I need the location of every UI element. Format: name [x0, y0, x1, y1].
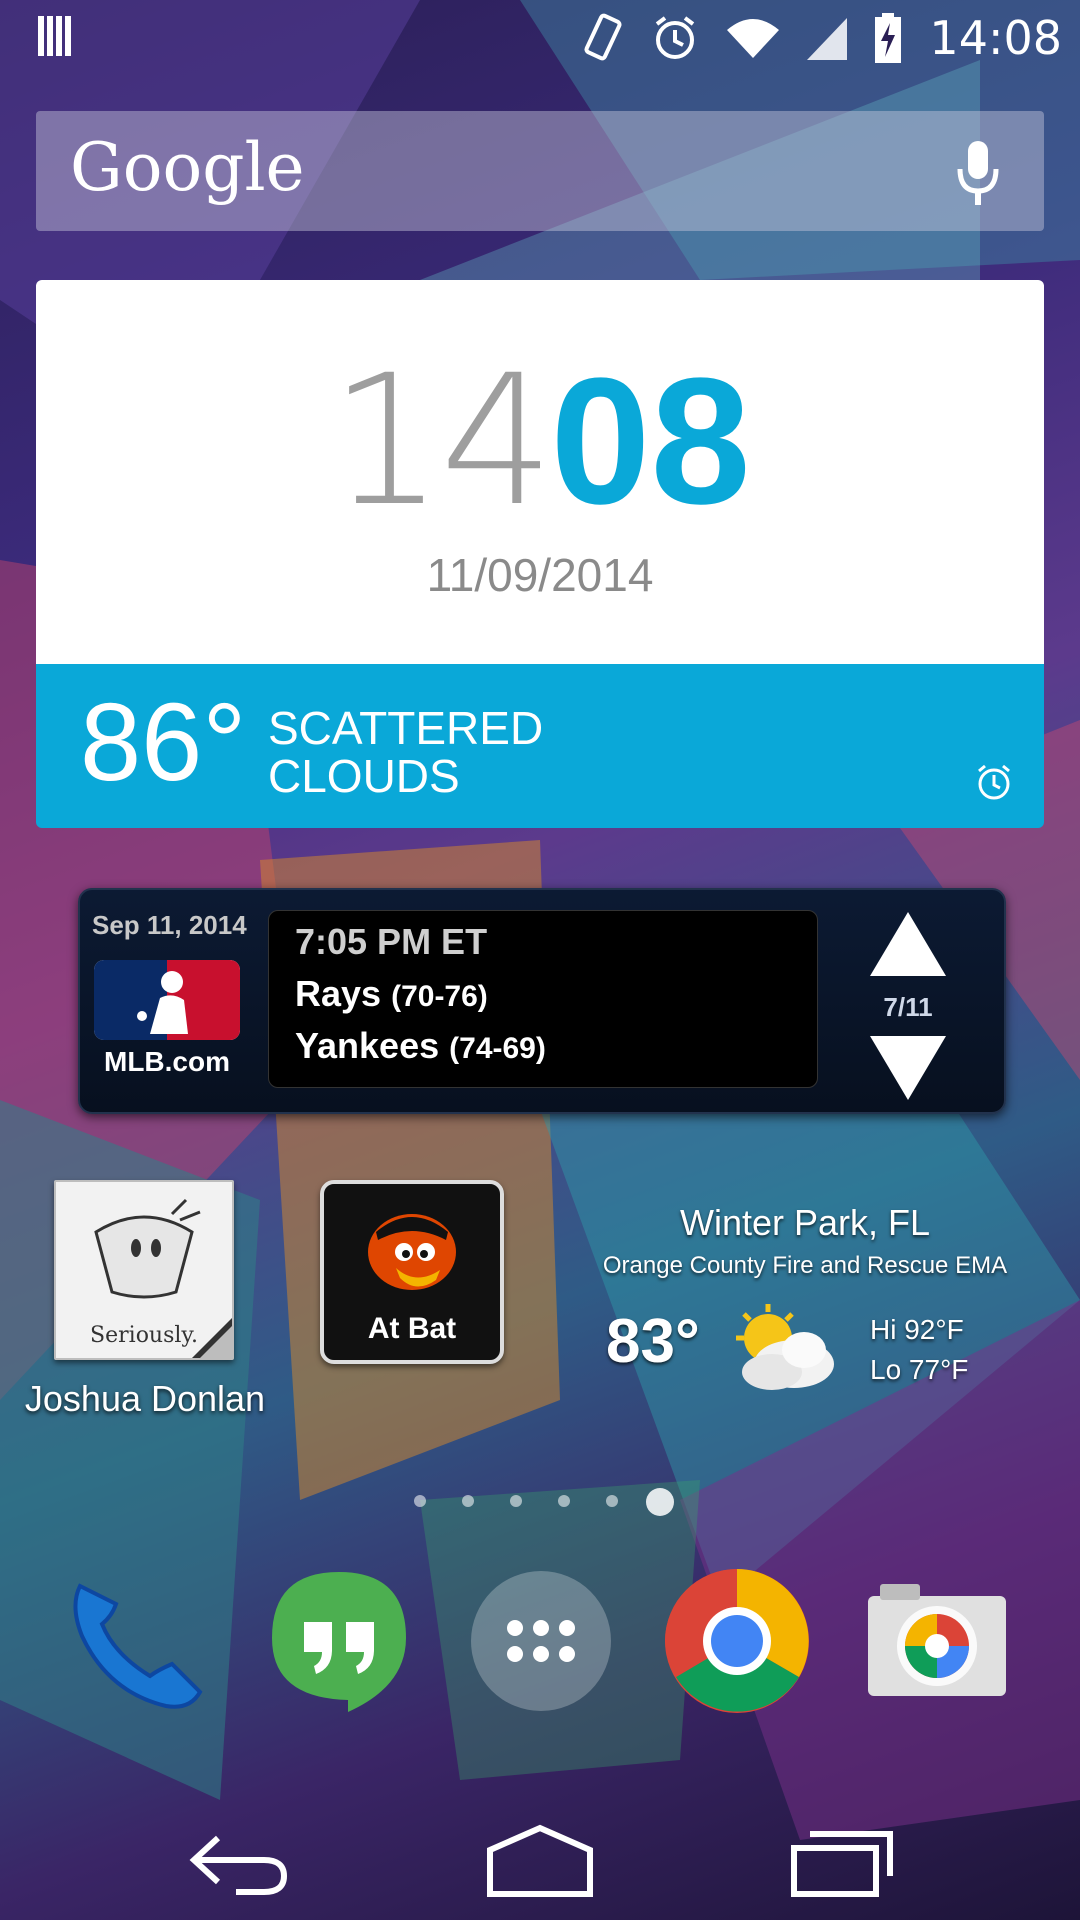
mlb-widget[interactable]: Sep 11, 2014 MLB.com 7:05 PM ET Rays (70…: [78, 888, 1006, 1114]
cartoon-avatar-icon: [94, 1198, 201, 1299]
weather-source: Orange County Fire and Rescue EMA: [602, 1252, 1008, 1279]
page-dot: [510, 1495, 522, 1507]
page-dot: [606, 1495, 618, 1507]
back-icon[interactable]: [188, 1824, 292, 1896]
weather-city[interactable]: Winter Park, FL: [580, 1202, 1030, 1244]
app-drawer-icon[interactable]: [466, 1566, 616, 1716]
team-home-record: (74-69): [449, 1032, 546, 1065]
chrome-icon[interactable]: [662, 1566, 812, 1716]
mlb-date: Sep 11, 2014: [92, 910, 247, 940]
at-bat-app-icon[interactable]: At Bat: [320, 1180, 504, 1364]
contact-shortcut-joshua[interactable]: Seriously.: [54, 1180, 234, 1360]
vibrate-icon: [584, 13, 622, 61]
previous-game-arrow-icon[interactable]: [870, 912, 946, 976]
hangouts-icon[interactable]: [264, 1566, 414, 1716]
page-dot: [558, 1495, 570, 1507]
mic-icon[interactable]: [954, 139, 1002, 209]
team-home-name: Yankees: [295, 1025, 440, 1066]
alarm-icon: [978, 764, 1010, 800]
mlb-logo-icon: [94, 960, 240, 1040]
game-page-indicator: 7/11: [883, 992, 933, 1022]
team-away-name: Rays: [295, 973, 382, 1014]
weather-high: Hi 92°F: [870, 1314, 964, 1345]
next-game-arrow-icon[interactable]: [870, 1036, 946, 1100]
clock-widget[interactable]: 1408 11/09/2014 86° SCATTERED CLOUDS: [36, 280, 1044, 828]
weather-panel: 86° SCATTERED CLOUDS: [36, 664, 1044, 828]
clock-minutes: 08: [550, 341, 751, 542]
game-card[interactable]: 7:05 PM ET Rays (70-76) Yankees (74-69): [268, 910, 818, 1088]
weather-condition-line1: SCATTERED: [268, 702, 544, 754]
alarm-icon: [656, 16, 695, 59]
weather-low: Lo 77°F: [870, 1354, 969, 1385]
page-dot: [414, 1495, 426, 1507]
google-search-bar[interactable]: Google: [36, 111, 1044, 231]
signal-icon: [807, 18, 848, 60]
clock-panel: 1408 11/09/2014: [36, 280, 1044, 664]
status-bar: 14:08: [0, 0, 1080, 75]
weather-condition-line2: CLOUDS: [268, 750, 460, 802]
weather-condition: SCATTERED CLOUDS: [268, 704, 543, 800]
contact-shortcut-label[interactable]: Joshua Donlan: [20, 1378, 270, 1420]
phone-icon[interactable]: [60, 1566, 210, 1716]
battery-charging-icon: [875, 13, 902, 63]
home-icon[interactable]: [484, 1820, 596, 1900]
page-dot-active: [646, 1488, 674, 1516]
clock-time: 1408: [36, 352, 1044, 532]
page-dot: [462, 1495, 474, 1507]
team-away-record: (70-76): [391, 980, 488, 1013]
partly-cloudy-icon: [736, 1304, 834, 1390]
orioles-bird-icon: [368, 1214, 456, 1290]
weather-temperature: 86°: [80, 681, 247, 804]
google-logo: Google: [70, 129, 305, 206]
notification-icon[interactable]: [36, 14, 72, 58]
clock-date: 11/09/2014: [426, 549, 654, 601]
status-time: 14:08: [929, 11, 1062, 65]
mlb-logo-text: MLB.com: [104, 1046, 230, 1077]
wifi-icon: [727, 19, 780, 58]
at-bat-caption: At Bat: [367, 1312, 457, 1345]
navigation-bar: [0, 1800, 1080, 1920]
camera-icon[interactable]: [862, 1566, 1012, 1716]
game-time: 7:05 PM ET: [295, 921, 488, 962]
recents-icon[interactable]: [790, 1824, 896, 1900]
page-indicator: [410, 1486, 680, 1516]
team-home: Yankees (74-69): [295, 1025, 546, 1067]
weather-current-temp: 83°: [606, 1307, 700, 1376]
clock-hours: 14: [329, 337, 554, 546]
team-away: Rays (70-76): [295, 973, 488, 1015]
